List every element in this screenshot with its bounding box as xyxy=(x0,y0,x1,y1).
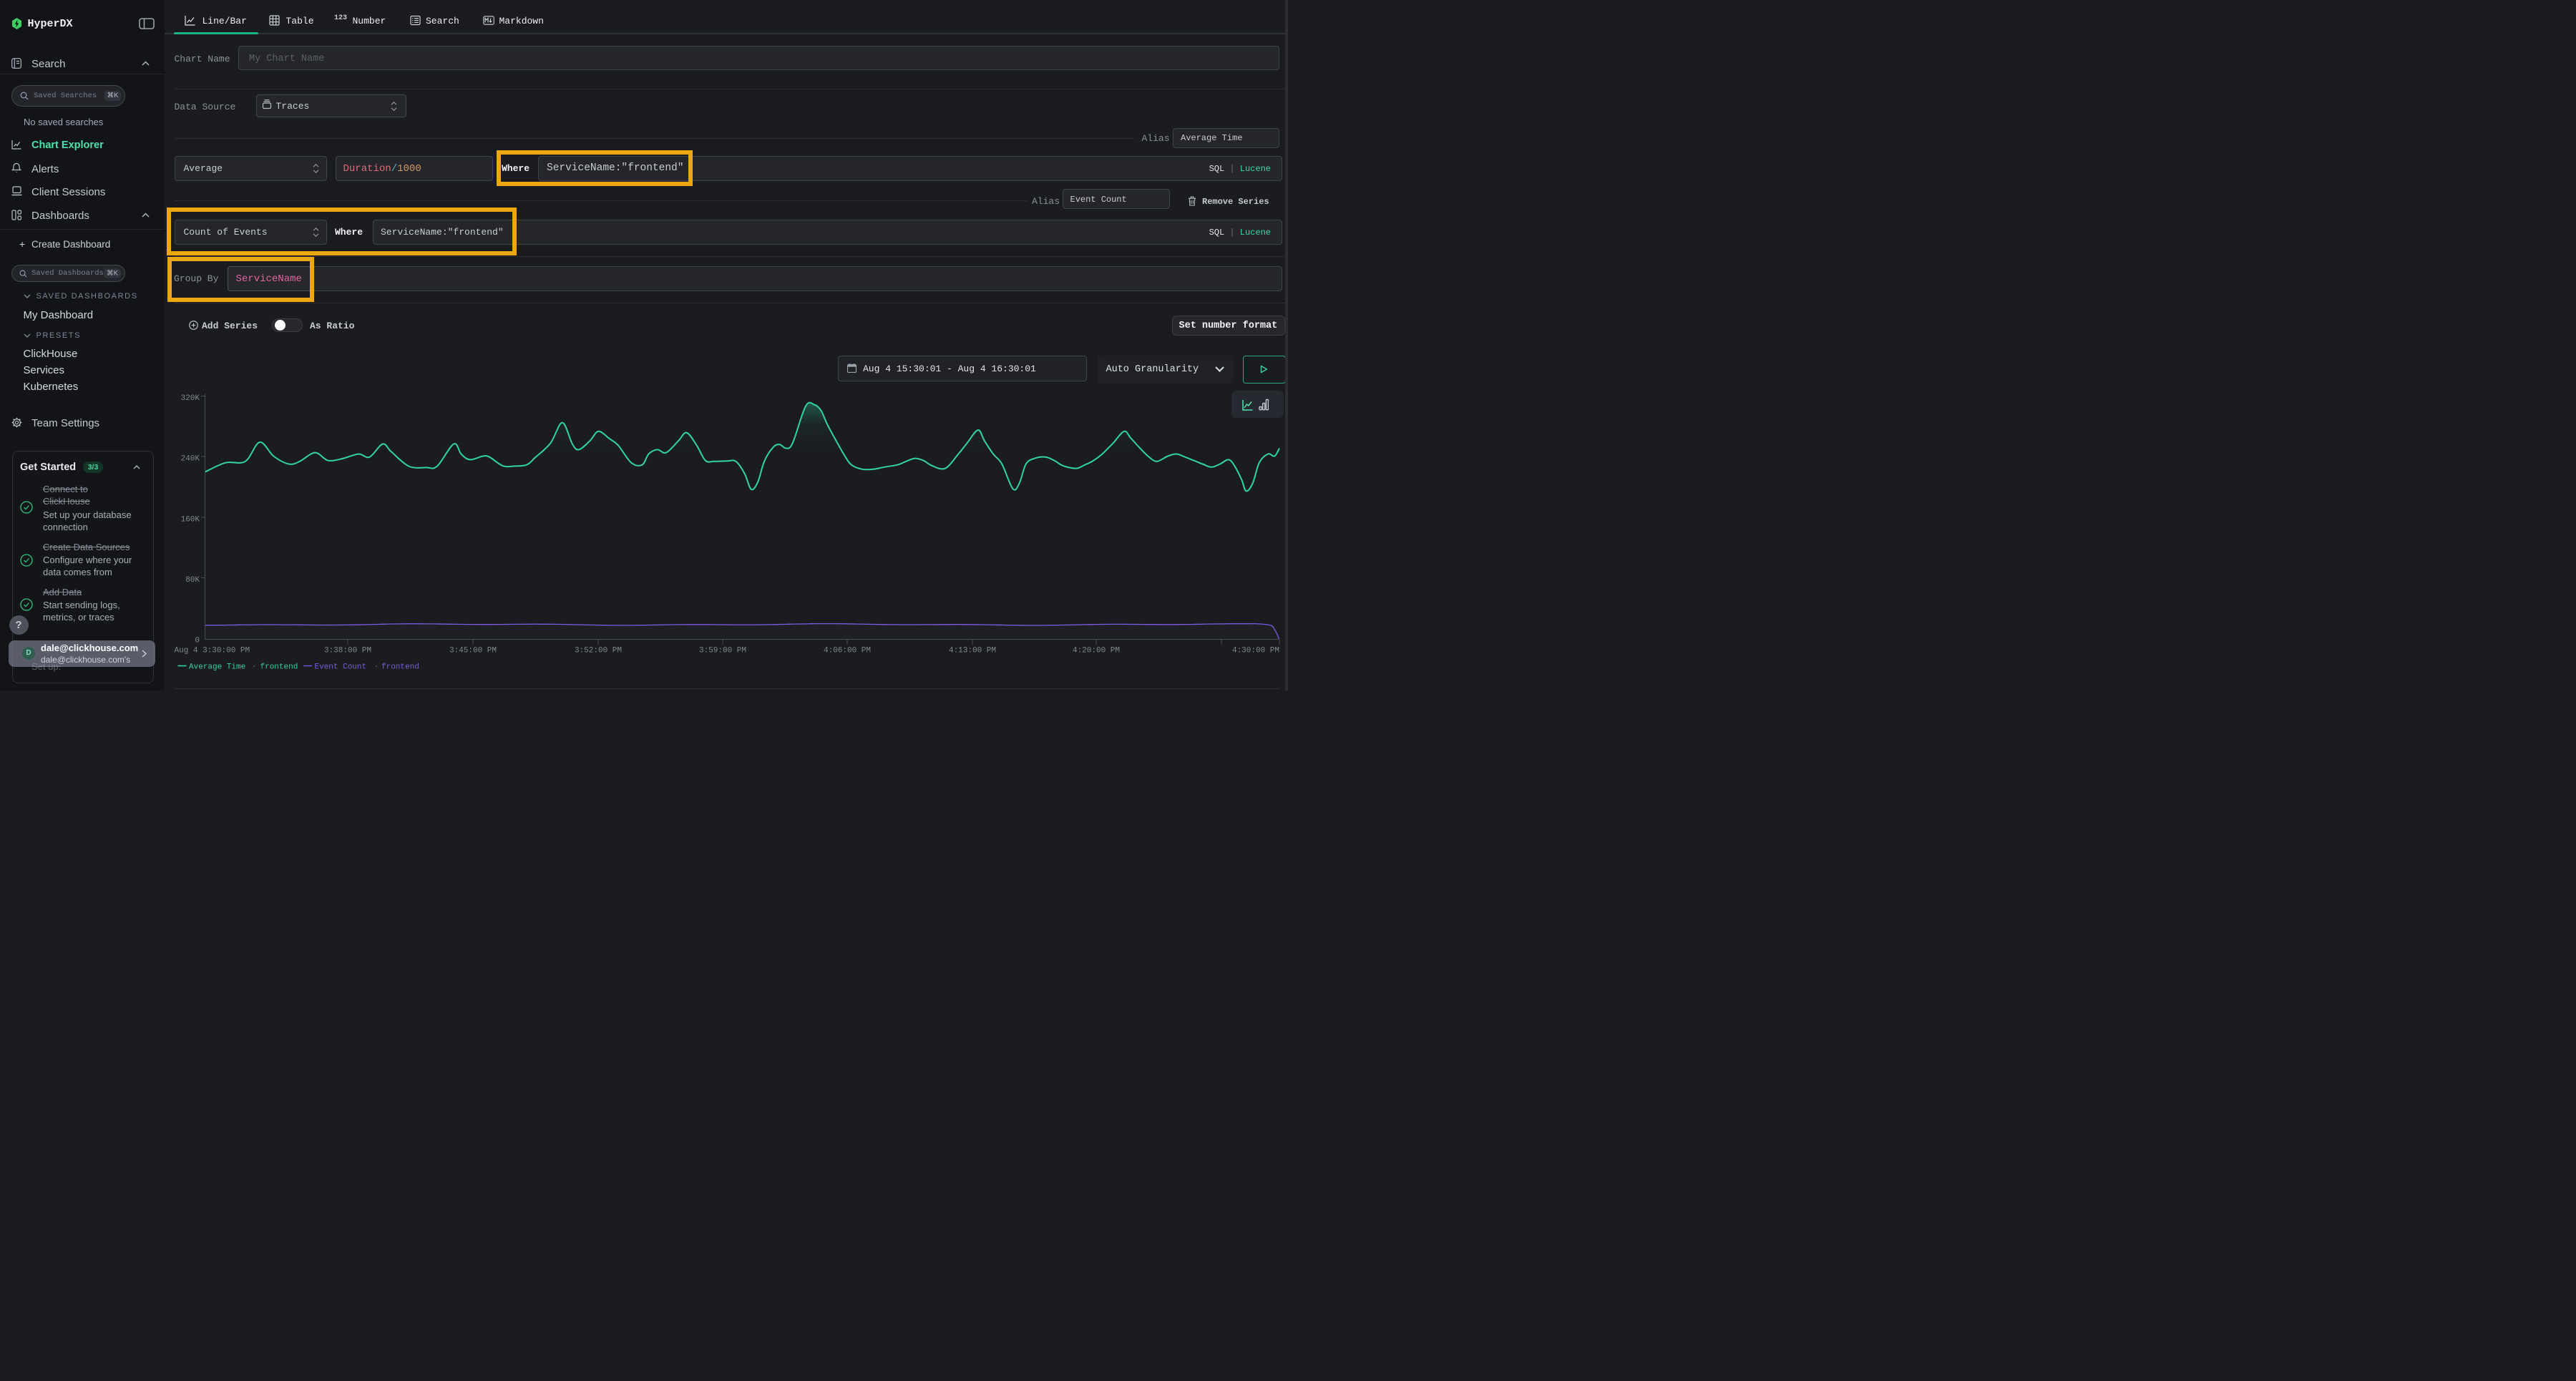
svg-text:4:30:00 PM: 4:30:00 PM xyxy=(1232,647,1279,655)
svg-text:frontend: frontend xyxy=(260,663,298,672)
svg-text:80K: 80K xyxy=(185,576,200,585)
svg-text:4:20:00 PM: 4:20:00 PM xyxy=(1073,647,1120,655)
svg-text:frontend: frontend xyxy=(381,663,419,672)
svg-text:320K: 320K xyxy=(181,394,200,403)
svg-text:Event Count: Event Count xyxy=(315,663,367,672)
svg-text:240K: 240K xyxy=(181,455,200,464)
svg-text:160K: 160K xyxy=(181,516,200,524)
svg-text:Aug 4 3:30:00 PM: Aug 4 3:30:00 PM xyxy=(175,647,250,655)
svg-text:3:38:00 PM: 3:38:00 PM xyxy=(324,647,371,655)
svg-text:·: · xyxy=(374,663,379,672)
svg-text:3:45:00 PM: 3:45:00 PM xyxy=(449,647,497,655)
svg-text:3:52:00 PM: 3:52:00 PM xyxy=(575,647,622,655)
svg-text:4:06:00 PM: 4:06:00 PM xyxy=(824,647,871,655)
svg-text:Average Time: Average Time xyxy=(189,663,245,672)
svg-text:4:13:00 PM: 4:13:00 PM xyxy=(949,647,996,655)
svg-text:0: 0 xyxy=(195,637,200,645)
svg-text:3:59:00 PM: 3:59:00 PM xyxy=(699,647,746,655)
svg-text:·: · xyxy=(252,663,257,672)
